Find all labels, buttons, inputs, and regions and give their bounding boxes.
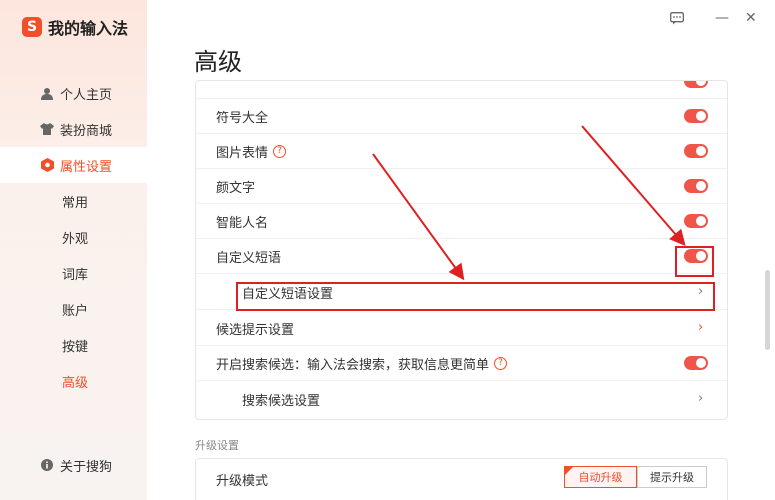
help-icon[interactable]: ? (494, 356, 508, 370)
row-candidate-hint-settings[interactable]: 候选提示设置 › (196, 311, 727, 346)
sogou-logo-icon: S (22, 17, 42, 37)
user-icon (40, 86, 54, 100)
sidebar-item-profile[interactable]: 个人主页 (0, 75, 147, 111)
option-label: 自动升级 (578, 471, 623, 484)
row-label-text: 图片表情 (216, 145, 269, 161)
row-search-candidate-settings[interactable]: 搜索候选设置 › (196, 382, 727, 417)
upgrade-panel: 升级模式 自动升级 提示升级 (195, 458, 728, 500)
app-title: 我的输入法 (48, 19, 129, 38)
row-symbols: 符号大全 (196, 99, 727, 134)
row-label-text: 开启搜索候选：输入法会搜索，获取信息更简单 (216, 357, 490, 373)
hexagon-gear-icon (40, 158, 54, 172)
row-custom-phrase: 自定义短语 (196, 239, 727, 274)
sidebar-sub-common[interactable]: 常用 (0, 183, 147, 219)
row-kaomoji: 颜文字 (196, 169, 727, 204)
row-label: 搜索候选设置 (242, 394, 321, 409)
chevron-right-icon: › (698, 320, 704, 335)
image-emoji-toggle[interactable] (684, 144, 708, 158)
sidebar-item-about[interactable]: 关于搜狗 (0, 447, 147, 483)
partial-toggle[interactable] (684, 81, 708, 88)
upgrade-mode-label: 升级模式 (216, 474, 269, 489)
feedback-icon[interactable] (670, 12, 684, 29)
row-smart-names: 智能人名 (196, 204, 727, 239)
app-logo: S 我的输入法 (22, 15, 128, 39)
sidebar-item-label: 个人主页 (60, 87, 113, 103)
sidebar-sub-account[interactable]: 账户 (0, 291, 147, 327)
sidebar-item-label: 属性设置 (60, 159, 113, 175)
row-label: 图片表情 ? (216, 142, 287, 161)
advanced-settings-panel: 符号大全 图片表情 ? 颜文字 智能人名 自定义短语 自定义短语设置 › 候选提… (195, 80, 728, 420)
partial-row (196, 81, 727, 99)
sidebar-sub-advanced[interactable]: 高级 (0, 363, 147, 399)
annotation-box-toggle (675, 246, 714, 277)
row-label: 自定义短语 (216, 250, 282, 266)
sidebar: S 我的输入法 个人主页 装扮商城 属性设置 常用 外观 词库 账户 按键 高级… (0, 0, 147, 500)
shirt-icon (40, 122, 54, 136)
sidebar-item-label: 装扮商城 (60, 123, 113, 139)
kaomoji-toggle[interactable] (684, 179, 708, 193)
sidebar-item-store[interactable]: 装扮商城 (0, 111, 147, 147)
smart-names-toggle[interactable] (684, 214, 708, 228)
selected-check-icon (565, 467, 573, 475)
prompt-upgrade-option[interactable]: 提示升级 (637, 466, 707, 488)
info-icon (40, 458, 54, 472)
scrollbar[interactable] (765, 270, 770, 350)
annotation-box-settings-row (236, 282, 715, 311)
row-label: 符号大全 (216, 110, 269, 126)
sidebar-item-settings[interactable]: 属性设置 (0, 147, 147, 183)
row-label: 智能人名 (216, 215, 269, 231)
upgrade-section-title: 升级设置 (195, 439, 239, 452)
row-label: 候选提示设置 (216, 322, 295, 338)
help-icon[interactable]: ? (273, 144, 287, 158)
sidebar-sub-keys[interactable]: 按键 (0, 327, 147, 363)
option-label: 提示升级 (650, 471, 694, 484)
sidebar-item-label: 关于搜狗 (60, 459, 113, 475)
row-image-emoji: 图片表情 ? (196, 134, 727, 169)
auto-upgrade-option[interactable]: 自动升级 (564, 466, 637, 488)
row-label: 开启搜索候选：输入法会搜索，获取信息更简单 ? (216, 354, 508, 373)
close-button[interactable]: ✕ (745, 10, 757, 26)
minimize-button[interactable]: — (715, 10, 729, 26)
sidebar-sub-dictionary[interactable]: 词库 (0, 255, 147, 291)
sidebar-sub-appearance[interactable]: 外观 (0, 219, 147, 255)
row-label: 颜文字 (216, 180, 256, 196)
page-title: 高级 (194, 48, 242, 76)
row-search-candidate: 开启搜索候选：输入法会搜索，获取信息更简单 ? (196, 346, 727, 381)
symbols-toggle[interactable] (684, 109, 708, 123)
search-candidate-toggle[interactable] (684, 356, 708, 370)
chevron-right-icon: › (698, 391, 704, 406)
